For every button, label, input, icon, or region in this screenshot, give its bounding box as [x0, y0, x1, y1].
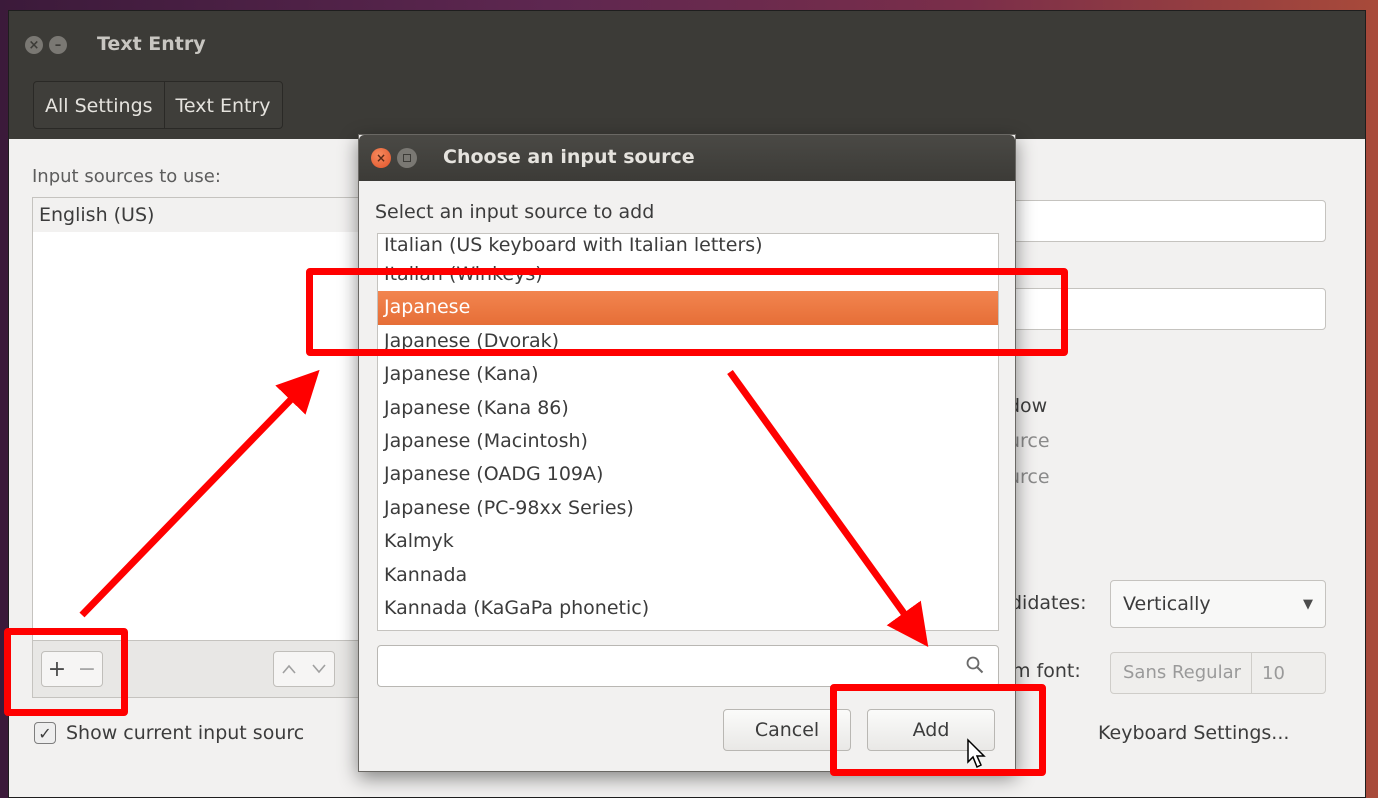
font-size: 10 [1262, 662, 1285, 684]
list-item[interactable]: Italian (Winkeys) [378, 258, 998, 291]
switch-next-shortcut-field[interactable] [970, 200, 1326, 242]
show-current-source-option[interactable]: ✓ Show current input sourc [34, 722, 304, 744]
choose-input-source-dialog: × Choose an input source Select an input… [358, 134, 1016, 772]
breadcrumb: All Settings Text Entry [33, 81, 283, 129]
list-item[interactable]: Japanese [378, 291, 998, 325]
dropdown-arrow-icon: ▼ [1303, 596, 1313, 612]
list-item[interactable]: Japanese (Macintosh) [378, 425, 998, 458]
list-item[interactable]: Japanese (PC-98xx Series) [378, 492, 998, 525]
close-icon[interactable]: × [25, 36, 43, 54]
remove-source-button[interactable]: − [72, 652, 102, 686]
list-item[interactable]: English (US) [33, 198, 375, 232]
switch-previous-shortcut-field[interactable] [970, 288, 1326, 330]
window-title: Text Entry [97, 33, 206, 55]
list-item[interactable]: Kalmyk [378, 525, 998, 558]
custom-font-label: m font: [1012, 660, 1081, 682]
search-input[interactable] [377, 645, 999, 687]
add-remove-group: + − [41, 651, 103, 687]
chevron-up-icon [282, 664, 296, 674]
checkbox-checked-icon[interactable]: ✓ [34, 722, 56, 744]
keyboard-settings-link[interactable]: Keyboard Settings... [1098, 722, 1289, 744]
move-up-button[interactable] [274, 652, 304, 686]
list-item[interactable]: Japanese (OADG 109A) [378, 458, 998, 491]
breadcrumb-text-entry[interactable]: Text Entry [165, 82, 282, 128]
window-titlebar: × – Text Entry [9, 11, 1365, 81]
list-item[interactable]: Italian (US keyboard with Italian letter… [378, 234, 998, 258]
cancel-button[interactable]: Cancel [723, 709, 851, 751]
input-sources-label: Input sources to use: [32, 166, 221, 187]
reorder-group [273, 651, 335, 687]
input-sources-toolbar: + − [32, 640, 376, 698]
show-current-source-label: Show current input sourc [66, 722, 305, 744]
move-down-button[interactable] [304, 652, 334, 686]
list-item[interactable]: Japanese (Kana) [378, 358, 998, 391]
breadcrumb-all-settings[interactable]: All Settings [34, 82, 165, 128]
input-sources-list[interactable]: English (US) [32, 197, 376, 642]
chevron-down-icon [312, 664, 326, 674]
list-item[interactable]: Japanese (Kana 86) [378, 392, 998, 425]
input-source-list[interactable]: Italian (US keyboard with Italian letter… [377, 233, 999, 631]
mouse-pointer-icon [967, 738, 986, 769]
navigation-bar: All Settings Text Entry [9, 81, 1365, 139]
list-item[interactable]: Japanese (Dvorak) [378, 325, 998, 358]
candidates-label: didates: [1010, 592, 1087, 614]
dialog-title: Choose an input source [443, 146, 695, 168]
dialog-prompt: Select an input source to add [375, 201, 655, 223]
dialog-close-icon[interactable]: × [371, 148, 391, 168]
list-item[interactable]: Kannada [378, 559, 998, 592]
candidates-orientation-value: Vertically [1123, 593, 1211, 615]
minimize-icon[interactable]: – [49, 36, 67, 54]
dialog-maximize-icon[interactable] [397, 148, 417, 168]
candidates-orientation-select[interactable]: Vertically ▼ [1110, 580, 1326, 628]
search-icon [966, 656, 984, 674]
list-item[interactable]: Kannada (KaGaPa phonetic) [378, 592, 998, 625]
add-source-button[interactable]: + [42, 652, 72, 686]
custom-font-button[interactable]: Sans Regular 10 [1110, 652, 1326, 694]
font-name: Sans Regular [1111, 653, 1253, 693]
dialog-titlebar: × Choose an input source [359, 135, 1015, 181]
